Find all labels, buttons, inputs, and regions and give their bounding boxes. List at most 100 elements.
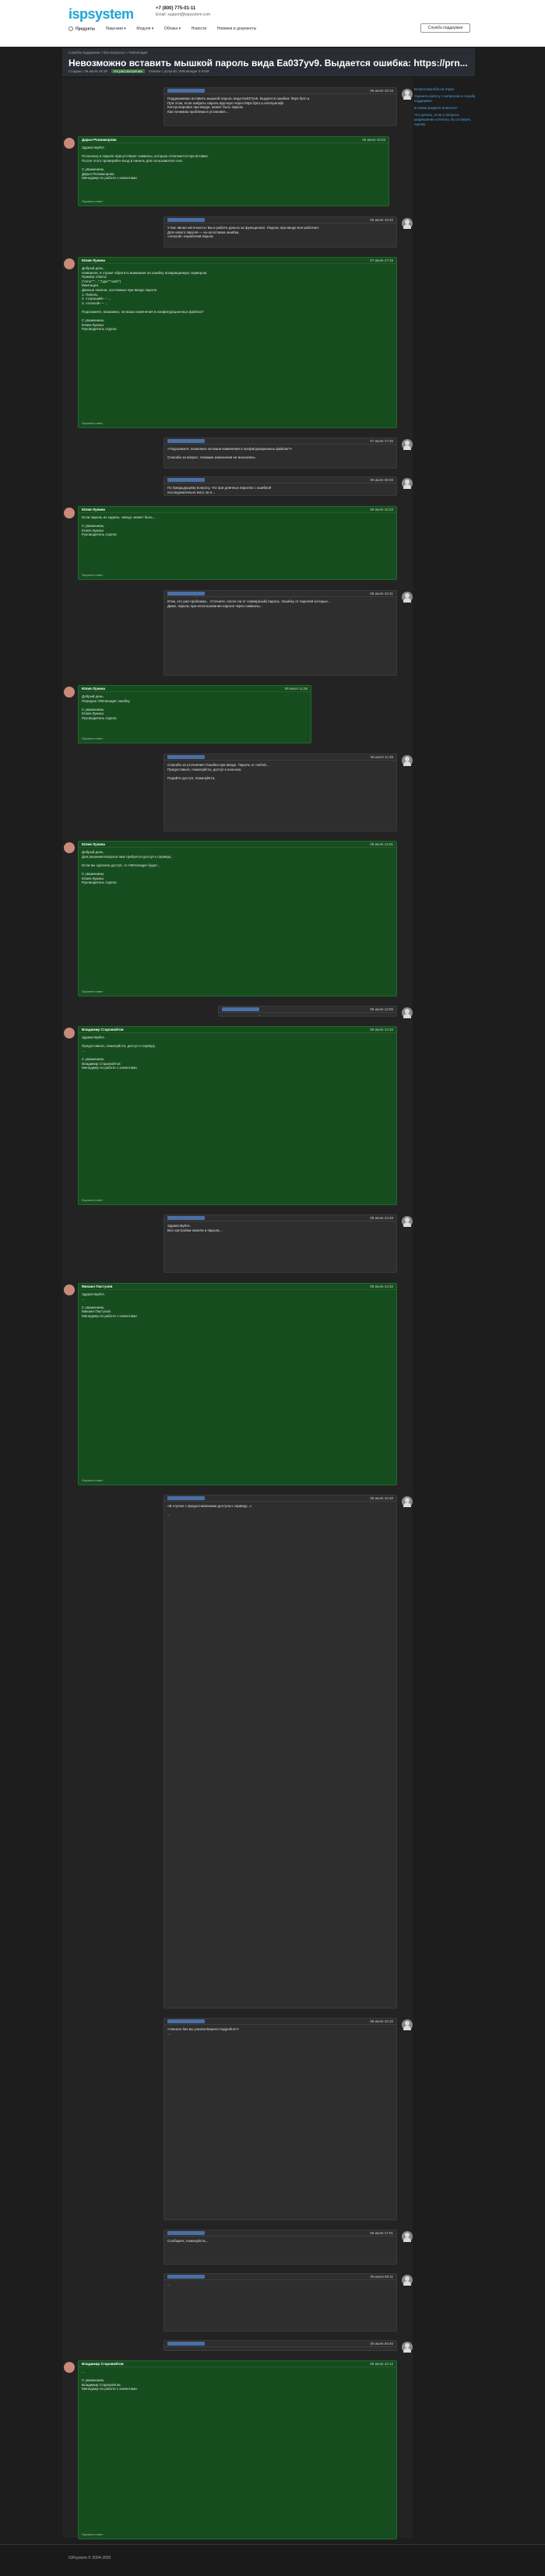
rate-answer-link[interactable]: Оцените ответ xyxy=(82,1478,103,1483)
post-body: Дополнительно, спасибо! Подождите xyxy=(219,1013,396,1016)
post-date: 08 июля 16:10 xyxy=(370,2019,393,2023)
post-date: 08 июля 14:32 xyxy=(370,1284,393,1288)
redacted-email xyxy=(167,89,205,93)
site-logo[interactable]: ispsystem xyxy=(69,6,134,23)
rate-answer-link[interactable]: Оцените ответ xyxy=(82,573,103,578)
nav-item-modules[interactable]: Модули ▾ xyxy=(136,26,153,31)
rate-answer-link[interactable]: Оцените ответ xyxy=(82,736,103,741)
redacted-email xyxy=(167,592,205,596)
redacted-email xyxy=(167,755,205,760)
avatar xyxy=(64,687,75,698)
post-body: Сообщите, пожалуйста... xyxy=(167,2239,209,2243)
nav-item-cloud[interactable]: Облака ▾ xyxy=(164,26,181,31)
footer-copyright: ISPsystem © 2004-2020 xyxy=(69,2556,111,2560)
user-message: 08 июля 17:01 Сообщите, пожалуйста... xyxy=(164,2230,397,2265)
breadcrumb[interactable]: Служба поддержки > Все вопросы > VMmanag… xyxy=(69,51,148,54)
sidebar: Вопрос/жалоба на отдел Оцените работу с … xyxy=(414,87,476,129)
post-date: 06 июля 18:19 xyxy=(370,89,393,93)
post-body: По предыдущему вопросу, что при длинных … xyxy=(167,486,272,494)
topic-meta: Создано: 06 июля 18:19 На рассмотрении С… xyxy=(69,69,209,73)
user-message: 06 июля 18:19 Поддерживаю вставить мышкой… xyxy=(164,87,397,126)
nav-item-docs[interactable]: Новинки и документы xyxy=(217,26,256,31)
sidebar-item-section[interactable]: В каком разделе вопроса? xyxy=(414,106,476,111)
post-date: 08 июля 13:10 xyxy=(370,1028,393,1031)
sidebar-item-complaint[interactable]: Вопрос/жалоба на отдел xyxy=(414,87,476,92)
post-body: Поддерживаю вставить мышкой пароль вида … xyxy=(167,97,310,114)
site-header: ispsystem +7 (800) 775-01-11 Email: supp… xyxy=(0,0,545,47)
post-body: Добрый день. Для решения вопроса нам тре… xyxy=(82,850,174,885)
rate-answer-link[interactable]: Оцените ответ xyxy=(82,989,103,994)
sidebar-item-rate[interactable]: Оцените работу с вопросом в службу подде… xyxy=(414,94,476,104)
post-date: 06 июля 19:03 xyxy=(362,138,385,142)
post-body: «В случае с предоставлением доступа к се… xyxy=(167,1504,252,1517)
page-title: Невозможно вставить мышкой пароль вида E… xyxy=(69,58,468,69)
user-message: 09 июля 09:40... xyxy=(164,2340,397,2351)
avatar xyxy=(402,2275,413,2286)
avatar xyxy=(402,218,413,229)
rate-answer-link[interactable]: Оцените ответ xyxy=(82,2532,103,2537)
products-icon xyxy=(69,26,73,31)
post-body: Спасибо за уточнение! Ошибка при вводе. … xyxy=(167,763,269,780)
post-author: Юлия Лукина xyxy=(82,258,105,262)
redacted-email xyxy=(167,2019,205,2024)
post-header: 08 июля 16:10 xyxy=(164,2019,396,2025)
post-date: 09 июля 09:40 xyxy=(370,2342,393,2346)
nav-item-licenses[interactable]: Лицензии ▾ xyxy=(106,26,126,31)
status-badge: На рассмотрении xyxy=(111,69,145,73)
post-body: «Подскажите, возможно ли ваши изменения … xyxy=(167,447,293,460)
user-message: 08 июля 13:49 Здравствуйте. Все настройки… xyxy=(164,1214,397,1273)
avatar xyxy=(402,1007,413,1018)
avatar xyxy=(402,2019,413,2030)
post-header: 08 июля 08:03 xyxy=(164,477,396,483)
post-date: 08 июля 12:55 xyxy=(370,1007,393,1011)
post-body: Здравствуйте. Все настройки панели и пар… xyxy=(167,1224,223,1232)
post-header: Юлия Лукина 08 июля 10:23 xyxy=(79,507,396,513)
redacted-email xyxy=(167,2231,205,2236)
rate-answer-link[interactable]: Оцените ответ xyxy=(82,1198,103,1203)
redacted-email xyxy=(167,1496,205,1501)
topic-created: Создано: 06 июля 18:19 xyxy=(69,69,107,73)
rate-answer-link[interactable]: Оцените ответ xyxy=(82,199,103,204)
post-date: 08 июля 10:23 xyxy=(370,508,393,511)
post-author: Юлия Лукина xyxy=(82,508,105,511)
post-date: 08 июля 11:39 xyxy=(370,755,393,759)
staff-reply: Юлия Лукина 08 июля 10:23 Если пароль из з… xyxy=(78,506,397,580)
nav-item-products[interactable]: Продукты xyxy=(69,26,95,31)
rate-answer-link[interactable]: Оцените ответ xyxy=(82,421,103,426)
post-date: 08 июля 11:06 xyxy=(284,687,308,691)
avatar xyxy=(64,508,75,518)
post-date: 08 июля 10:41 xyxy=(370,592,393,596)
post-author: Юлия Лукина xyxy=(82,842,105,846)
avatar xyxy=(64,2362,75,2373)
redacted-email xyxy=(167,1216,205,1221)
post-header: 09 июля 09:40 xyxy=(164,2341,396,2347)
post-author: Владимир Старовойтов xyxy=(82,2362,124,2366)
post-date: 08 июля 12:01 xyxy=(370,842,393,846)
nav-item-news[interactable]: Новости xyxy=(192,26,206,31)
avatar xyxy=(402,478,413,489)
post-header: 08 июля 15:40 xyxy=(164,1495,396,1502)
avatar xyxy=(402,1496,413,1507)
post-date: 07 июля 17:19 xyxy=(370,258,393,262)
avatar xyxy=(402,1216,413,1227)
post-body: ... С уважением, Владимир Старовойтов Ме… xyxy=(82,2370,137,2391)
post-header: Владимир Старовойтов 09 июля 10:12 xyxy=(79,2361,396,2367)
post-body: Добрый день. Передаю VMmanager ошибку. С… xyxy=(82,694,131,720)
sidebar-item-what-todo[interactable]: Что делать, если у вопроса разрешение хо… xyxy=(414,113,476,127)
post-body: «Начало без вы узнали Вашего подробно?» … xyxy=(167,2027,240,2036)
post-header: Юлия Лукина 07 июля 17:19 xyxy=(79,258,396,264)
post-date: 06 июля 19:42 xyxy=(370,218,393,222)
post-body: ... xyxy=(164,2347,396,2350)
staff-reply: Владимир Старовойтов 09 июля 10:12 ... С у… xyxy=(78,2360,397,2539)
post-header: Юлия Лукина 08 июля 12:01 xyxy=(79,842,396,848)
site-footer: ISPsystem © 2004-2020 xyxy=(0,2544,545,2576)
post-author: Дарья Рохмакорова xyxy=(82,138,117,142)
post-header: 07 июля 17:45 xyxy=(164,438,396,445)
post-date: 08 июля 13:49 xyxy=(370,1216,393,1220)
support-button[interactable]: Служба поддержки xyxy=(420,23,470,33)
post-body: Здравствуйте. Предоставьте, пожалуйста, … xyxy=(82,1035,156,1070)
user-message: 08 июля 15:40 «В случае с предоставлением… xyxy=(164,1495,397,2008)
avatar xyxy=(402,439,413,450)
post-date: 09 июля 10:12 xyxy=(370,2362,393,2366)
header-support-email[interactable]: Email: support@ispsystem.com xyxy=(156,12,210,17)
